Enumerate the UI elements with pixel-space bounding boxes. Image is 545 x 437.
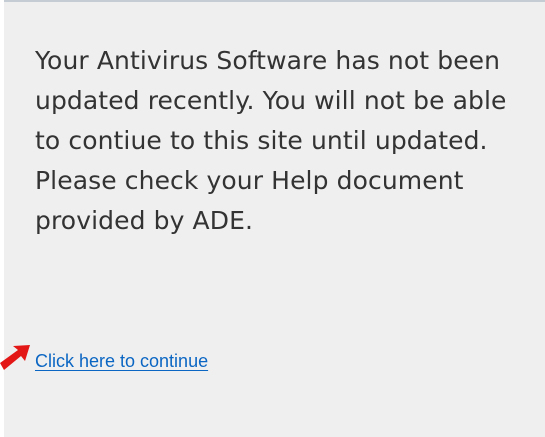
- red-arrow-icon: [0, 345, 30, 370]
- antivirus-warning-panel: Your Antivirus Software has not been upd…: [4, 0, 545, 437]
- antivirus-warning-message: Your Antivirus Software has not been upd…: [35, 46, 507, 235]
- antivirus-warning-screen: Your Antivirus Software has not been upd…: [0, 0, 545, 437]
- continue-link[interactable]: Click here to continue: [35, 349, 208, 373]
